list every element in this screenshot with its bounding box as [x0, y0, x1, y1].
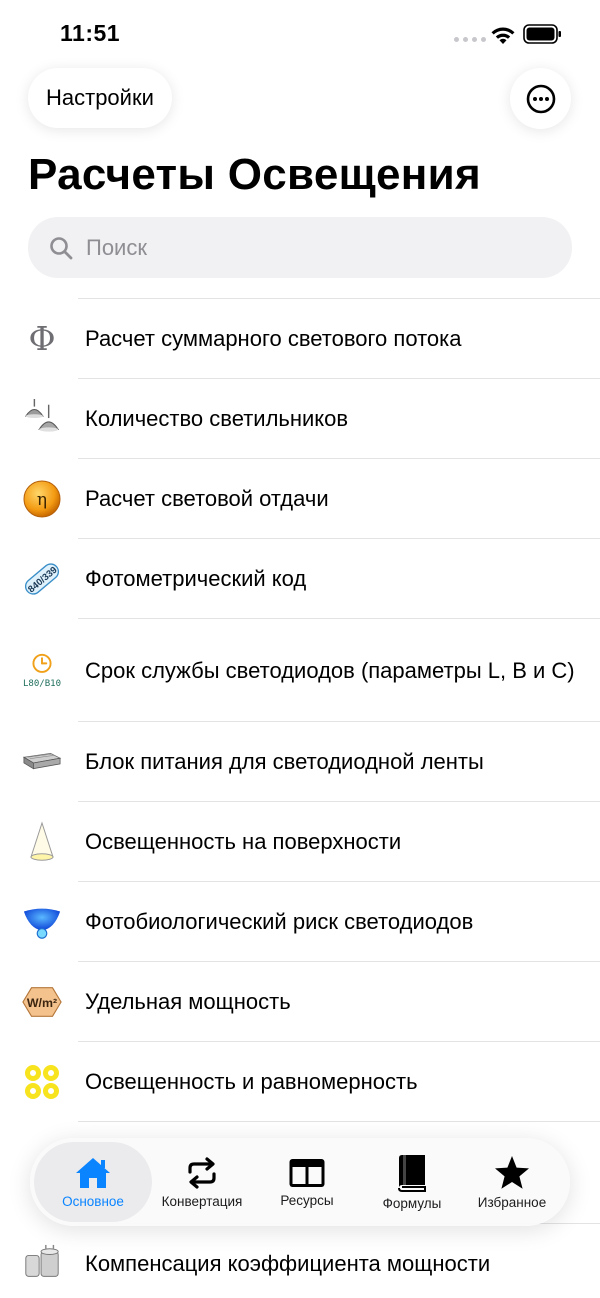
- cellular-signal-icon: [454, 37, 486, 42]
- layout-icon: [289, 1158, 325, 1187]
- list-item-label: Срок службы светодиодов (параметры L, B …: [85, 657, 575, 683]
- photometric-code-icon: 840/339: [22, 559, 62, 599]
- list-item-surface-illuminance[interactable]: Освещенность на поверхности: [0, 802, 600, 882]
- list-item-power-factor-correction[interactable]: Компенсация коэффициента мощности: [0, 1224, 600, 1298]
- blue-light-icon: [22, 902, 62, 942]
- battery-icon: [523, 24, 561, 44]
- list-item-label: Освещенность и равномерность: [85, 1069, 418, 1094]
- tab-label: Ресурсы: [280, 1192, 334, 1208]
- list-item-label: Фотометрический код: [85, 566, 307, 591]
- list-item-led-lifetime[interactable]: L80/B10 Срок службы светодиодов (парамет…: [0, 619, 600, 722]
- tab-formulas[interactable]: Формулы: [362, 1138, 462, 1226]
- list-item-luminaire-count[interactable]: Количество светильников: [0, 379, 600, 459]
- capacitor-icon: [22, 1244, 62, 1284]
- list-item-label: Блок питания для светодиодной ленты: [85, 749, 484, 774]
- settings-button-label: Настройки: [46, 85, 154, 110]
- uniformity-icon: [22, 1062, 62, 1102]
- wifi-icon: [491, 27, 515, 44]
- list-item-label: Удельная мощность: [85, 989, 291, 1014]
- tab-label: Основное: [62, 1193, 124, 1209]
- repeat-icon: [188, 1156, 216, 1189]
- page-title: Расчеты Освещения: [28, 150, 481, 199]
- tab-home[interactable]: Основное: [34, 1138, 152, 1226]
- light-cone-icon: [22, 821, 62, 862]
- tab-conversion[interactable]: Конвертация: [152, 1138, 252, 1226]
- tab-label: Конвертация: [161, 1193, 243, 1209]
- book-icon: [398, 1154, 426, 1192]
- list-item-label: Количество светильников: [85, 406, 349, 431]
- star-icon: [495, 1155, 529, 1189]
- list-item-led-strip-power-supply[interactable]: Блок питания для светодиодной ленты: [0, 722, 600, 802]
- tab-label: Избранное: [477, 1194, 547, 1210]
- settings-button[interactable]: Настройки: [28, 68, 172, 128]
- list-item-label: Фотобиологический риск светодиодов: [85, 909, 474, 934]
- list-item-photobiological-risk[interactable]: Фотобиологический риск светодиодов: [0, 882, 600, 962]
- svg-text:η: η: [37, 490, 47, 510]
- svg-text:Φ: Φ: [28, 319, 55, 358]
- status-bar: 11:51: [0, 0, 600, 66]
- search-field[interactable]: Поиск: [28, 217, 572, 278]
- svg-text:W/m²: W/m²: [27, 996, 57, 1010]
- led-lifetime-icon: L80/B10: [22, 651, 62, 691]
- list-item-label: Освещенность на поверхности: [85, 829, 402, 854]
- power-supply-icon: [22, 742, 62, 782]
- tab-bar: Основное Конвертация Ресурсы Формулы Изб…: [30, 1138, 570, 1226]
- search-icon: [50, 236, 73, 259]
- tab-resources[interactable]: Ресурсы: [252, 1138, 362, 1226]
- search-placeholder: Поиск: [86, 234, 147, 260]
- list-item-photometric-code[interactable]: 840/339 Фотометрический код: [0, 539, 600, 619]
- tab-favorites[interactable]: Избранное: [462, 1138, 562, 1226]
- more-icon: [526, 84, 555, 113]
- status-time: 11:51: [60, 20, 121, 46]
- svg-text:L80/B10: L80/B10: [23, 679, 61, 689]
- list-item-illuminance-uniformity[interactable]: Освещенность и равномерность: [0, 1042, 600, 1122]
- home-icon: [76, 1157, 110, 1188]
- phi-icon: Φ: [22, 319, 62, 359]
- eta-icon: η: [22, 479, 62, 519]
- tab-label: Формулы: [382, 1195, 442, 1211]
- pendant-lamps-icon: [22, 399, 62, 439]
- list-item-label: Расчет световой отдачи: [85, 486, 329, 511]
- list-item-power-density[interactable]: W/m² Удельная мощность: [0, 962, 600, 1042]
- more-button[interactable]: [510, 68, 571, 129]
- list-item-total-luminous-flux[interactable]: Φ Расчет суммарного светового потока: [0, 299, 600, 379]
- list-item-label: Компенсация коэффициента мощности: [85, 1251, 491, 1276]
- list-item-label: Расчет суммарного светового потока: [85, 326, 462, 351]
- list-item-luminous-efficacy[interactable]: η Расчет световой отдачи: [0, 459, 600, 539]
- power-density-icon: W/m²: [22, 982, 62, 1022]
